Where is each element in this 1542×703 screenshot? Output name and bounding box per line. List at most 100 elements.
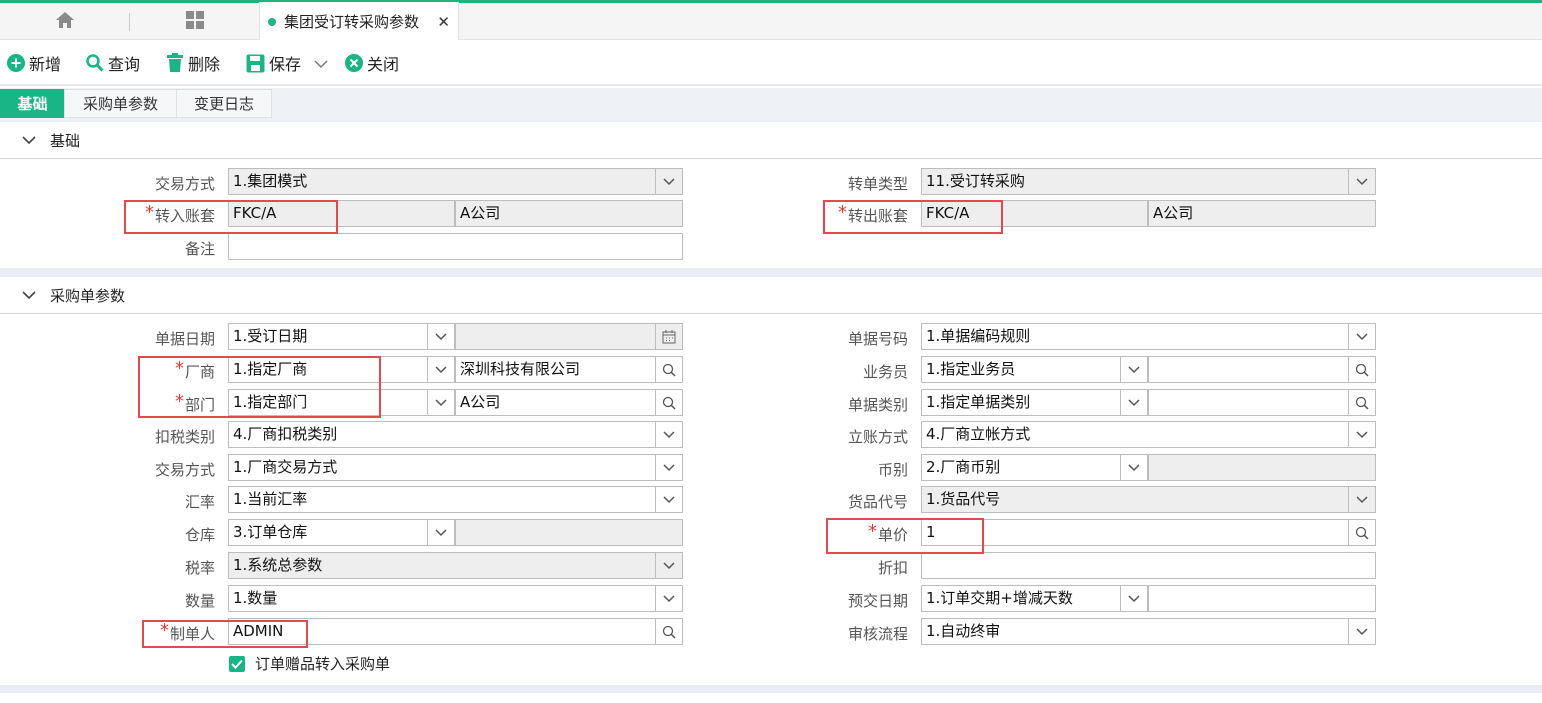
active-dot-icon [268, 17, 276, 26]
approval-select[interactable]: 1.自动终审 [921, 618, 1376, 645]
doc-date-picker[interactable] [455, 323, 683, 350]
chevron-down-icon[interactable] [427, 357, 454, 382]
label-currency: 币别 [877, 461, 908, 479]
label-in-account: *转入账套 [144, 202, 215, 225]
save-button[interactable]: 保存 [246, 50, 301, 76]
tax-rate-select[interactable]: 1.系统总参数 [228, 552, 683, 579]
maker-lookup-field[interactable]: ADMIN [228, 618, 683, 645]
dept-select[interactable]: 1.指定部门 [228, 389, 455, 416]
chevron-down-icon[interactable] [655, 455, 682, 480]
grid-icon [185, 10, 205, 34]
apps-tab[interactable] [170, 3, 220, 40]
doc-category-select[interactable]: 1.指定单据类别 [921, 389, 1148, 416]
tab-separator [129, 13, 130, 31]
chevron-down-icon[interactable] [1120, 390, 1147, 415]
label-vendor: *厂商 [174, 358, 215, 381]
chevron-down-icon[interactable] [427, 324, 454, 349]
top-tab-bar: 集团受订转采购参数 ✕ [0, 0, 1542, 41]
chevron-down-icon[interactable] [427, 390, 454, 415]
chevron-down-icon[interactable] [1348, 324, 1375, 349]
label-warehouse: 仓库 [184, 526, 215, 544]
search-icon[interactable] [655, 619, 682, 644]
doc-no-select[interactable]: 1.单据编码规则 [921, 323, 1376, 350]
remark-input[interactable] [228, 233, 683, 260]
chevron-down-icon[interactable] [427, 520, 454, 545]
doc-date-select[interactable]: 1.受订日期 [228, 323, 455, 350]
gift-transfer-checkbox[interactable] [229, 656, 245, 672]
add-button[interactable]: 新增 [7, 50, 61, 76]
chevron-down-icon[interactable] [1348, 487, 1375, 512]
chevron-down-icon[interactable] [1348, 619, 1375, 644]
close-tab-icon[interactable]: ✕ [437, 13, 450, 31]
currency-select[interactable]: 2.厂商币别 [921, 454, 1148, 481]
purchase-trade-mode-select[interactable]: 1.厂商交易方式 [228, 454, 683, 481]
search-icon[interactable] [655, 390, 682, 415]
chevron-down-icon[interactable] [655, 487, 682, 512]
tab-change-log[interactable]: 变更日志 [176, 89, 272, 118]
dept-lookup-field[interactable]: A公司 [455, 389, 683, 416]
out-account-code-field[interactable]: FKC/A [921, 200, 1148, 227]
section-title-purchase: 采购单参数 [50, 287, 126, 305]
account-mode-select[interactable]: 4.厂商立帐方式 [921, 421, 1376, 448]
pre-date-days-input[interactable] [1148, 585, 1376, 612]
unit-price-lookup-field[interactable]: 1 [921, 519, 1376, 546]
chevron-down-icon[interactable] [655, 169, 682, 194]
sub-tab-bar: 基础 采购单参数 变更日志 [0, 88, 1542, 122]
section-header-basic[interactable]: 基础 [0, 123, 1542, 159]
search-icon[interactable] [1348, 390, 1375, 415]
home-tab[interactable] [40, 3, 90, 40]
check-icon [231, 655, 243, 673]
in-account-code-field[interactable]: FKC/A [228, 200, 455, 227]
salesman-select[interactable]: 1.指定业务员 [921, 356, 1148, 383]
calendar-icon[interactable] [655, 324, 682, 349]
doc-category-lookup-field[interactable] [1148, 389, 1376, 416]
search-icon[interactable] [1348, 520, 1375, 545]
tax-deduct-select[interactable]: 4.厂商扣税类别 [228, 421, 683, 448]
goods-code-select[interactable]: 1.货品代号 [921, 486, 1376, 513]
delete-button[interactable]: 删除 [166, 50, 220, 76]
pre-date-select[interactable]: 1.订单交期+增减天数 [921, 585, 1148, 612]
salesman-lookup-field[interactable] [1148, 356, 1376, 383]
plus-circle-icon [7, 54, 25, 72]
warehouse-select[interactable]: 3.订单仓库 [228, 519, 455, 546]
chevron-down-icon[interactable] [1348, 422, 1375, 447]
label-unit-price: *单价 [867, 521, 908, 544]
label-doc-date: 单据日期 [154, 330, 215, 348]
chevron-down-icon[interactable] [1120, 455, 1147, 480]
label-transfer-type: 转单类型 [847, 175, 908, 193]
label-out-account: *转出账套 [837, 202, 908, 225]
discount-input[interactable] [921, 552, 1376, 579]
search-icon[interactable] [655, 357, 682, 382]
close-circle-icon [345, 54, 363, 72]
chevron-down-icon[interactable] [1120, 357, 1147, 382]
gift-transfer-label[interactable]: 订单赠品转入采购单 [255, 652, 390, 676]
tab-basic[interactable]: 基础 [0, 89, 65, 118]
tab-purchase-params[interactable]: 采购单参数 [64, 89, 177, 118]
section-header-purchase[interactable]: 采购单参数 [0, 278, 1542, 314]
query-button[interactable]: 查询 [86, 50, 140, 76]
search-icon[interactable] [1348, 357, 1375, 382]
document-tab-title: 集团受订转采购参数 [284, 13, 420, 31]
label-dept: *部门 [174, 391, 215, 414]
chevron-down-icon[interactable] [1120, 586, 1147, 611]
save-label: 保存 [269, 55, 302, 74]
chevron-down-icon[interactable] [655, 553, 682, 578]
add-label: 新增 [29, 55, 62, 74]
vendor-select[interactable]: 1.指定厂商 [228, 356, 455, 383]
quantity-select[interactable]: 1.数量 [228, 585, 683, 612]
currency-extra-field [1148, 454, 1376, 481]
chevron-down-icon[interactable] [655, 586, 682, 611]
save-icon [246, 54, 265, 73]
trade-mode-select[interactable]: 1.集团模式 [228, 168, 683, 195]
transfer-type-select[interactable]: 11.受订转采购 [921, 168, 1376, 195]
rate-select[interactable]: 1.当前汇率 [228, 486, 683, 513]
label-remark: 备注 [184, 240, 215, 258]
save-menu-dropdown[interactable] [314, 50, 328, 76]
chevron-down-icon[interactable] [655, 422, 682, 447]
home-icon [55, 11, 75, 33]
query-label: 查询 [108, 55, 141, 74]
vendor-lookup-field[interactable]: 深圳科技有限公司 [455, 356, 683, 383]
document-tab[interactable]: 集团受订转采购参数 ✕ [259, 2, 459, 41]
close-button[interactable]: 关闭 [345, 50, 399, 76]
chevron-down-icon[interactable] [1348, 169, 1375, 194]
